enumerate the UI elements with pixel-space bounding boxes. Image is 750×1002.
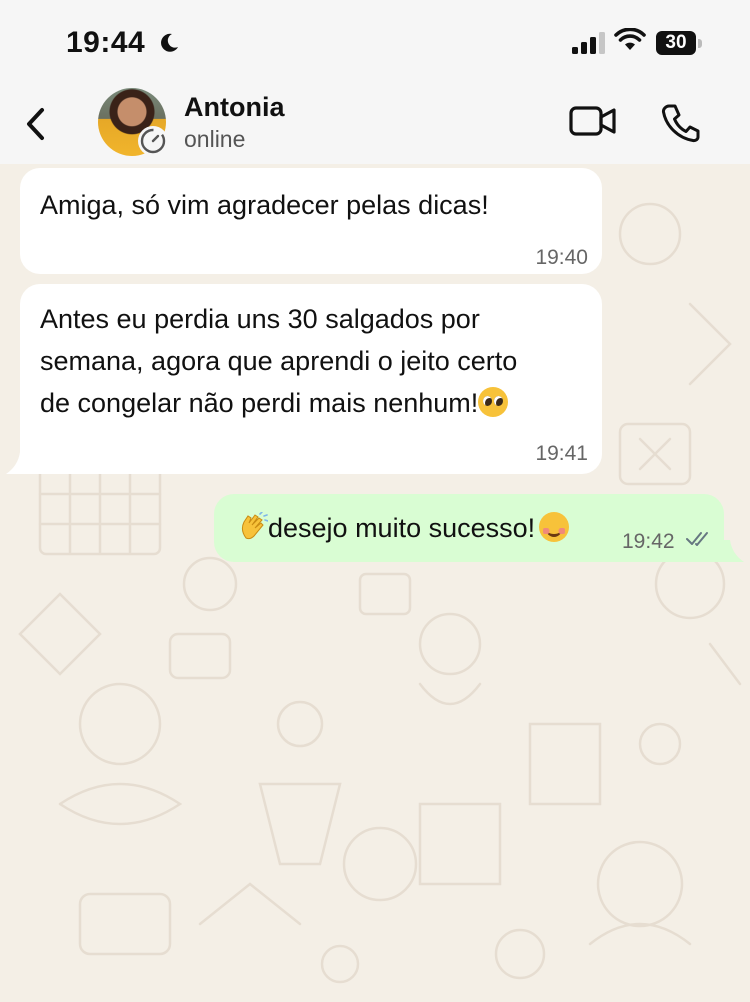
bubble-tail-incoming bbox=[6, 452, 26, 474]
message-time: 19:42 bbox=[622, 530, 675, 553]
contact-status: online bbox=[184, 126, 246, 152]
smiling-face-emoji bbox=[539, 512, 570, 542]
phone-icon[interactable] bbox=[660, 102, 702, 144]
video-camera-icon[interactable] bbox=[568, 102, 618, 142]
signal-icon bbox=[572, 32, 605, 54]
message-bubble-incoming[interactable]: Antes eu perdia uns 30 salgados por sema… bbox=[20, 284, 602, 474]
chat-header: Antonia online bbox=[0, 82, 750, 164]
message-bubble-incoming[interactable]: Amiga, só vim agradecer pelas dicas! 19:… bbox=[20, 168, 602, 274]
message-time: 19:40 bbox=[535, 246, 588, 269]
message-text: Antes eu perdia uns 30 salgados por sema… bbox=[40, 298, 590, 424]
bubble-tail-outgoing bbox=[724, 540, 744, 562]
disappearing-timer-icon bbox=[138, 126, 168, 156]
clapping-hands-emoji bbox=[241, 512, 268, 540]
message-line: de congelar não perdi mais nenhum! bbox=[40, 388, 479, 418]
read-double-check-icon bbox=[686, 532, 708, 546]
pleading-face-emoji bbox=[478, 387, 509, 417]
chat-area[interactable]: Amiga, só vim agradecer pelas dicas! 19:… bbox=[0, 164, 750, 1002]
message-text: desejo muito sucesso! bbox=[268, 513, 536, 543]
contact-name[interactable]: Antonia bbox=[184, 92, 285, 123]
moon-icon bbox=[161, 33, 178, 52]
message-time: 19:41 bbox=[535, 442, 588, 465]
message-bubble-outgoing[interactable]: desejo muito sucesso! 19:42 bbox=[214, 494, 724, 562]
back-arrow-icon[interactable] bbox=[20, 104, 52, 144]
message-text-row: desejo muito sucesso! bbox=[238, 507, 570, 549]
status-bar: 19:44 30 bbox=[0, 0, 750, 82]
message-line-with-emoji: de congelar não perdi mais nenhum! bbox=[40, 382, 590, 424]
battery-level: 30 bbox=[656, 31, 696, 55]
message-line: Antes eu perdia uns 30 salgados por bbox=[40, 304, 480, 334]
message-text: Amiga, só vim agradecer pelas dicas! bbox=[40, 190, 489, 220]
wifi-icon bbox=[614, 28, 646, 50]
battery-icon: 30 bbox=[656, 31, 702, 55]
status-time: 19:44 bbox=[66, 26, 146, 59]
message-line: semana, agora que aprendi o jeito certo bbox=[40, 346, 518, 376]
